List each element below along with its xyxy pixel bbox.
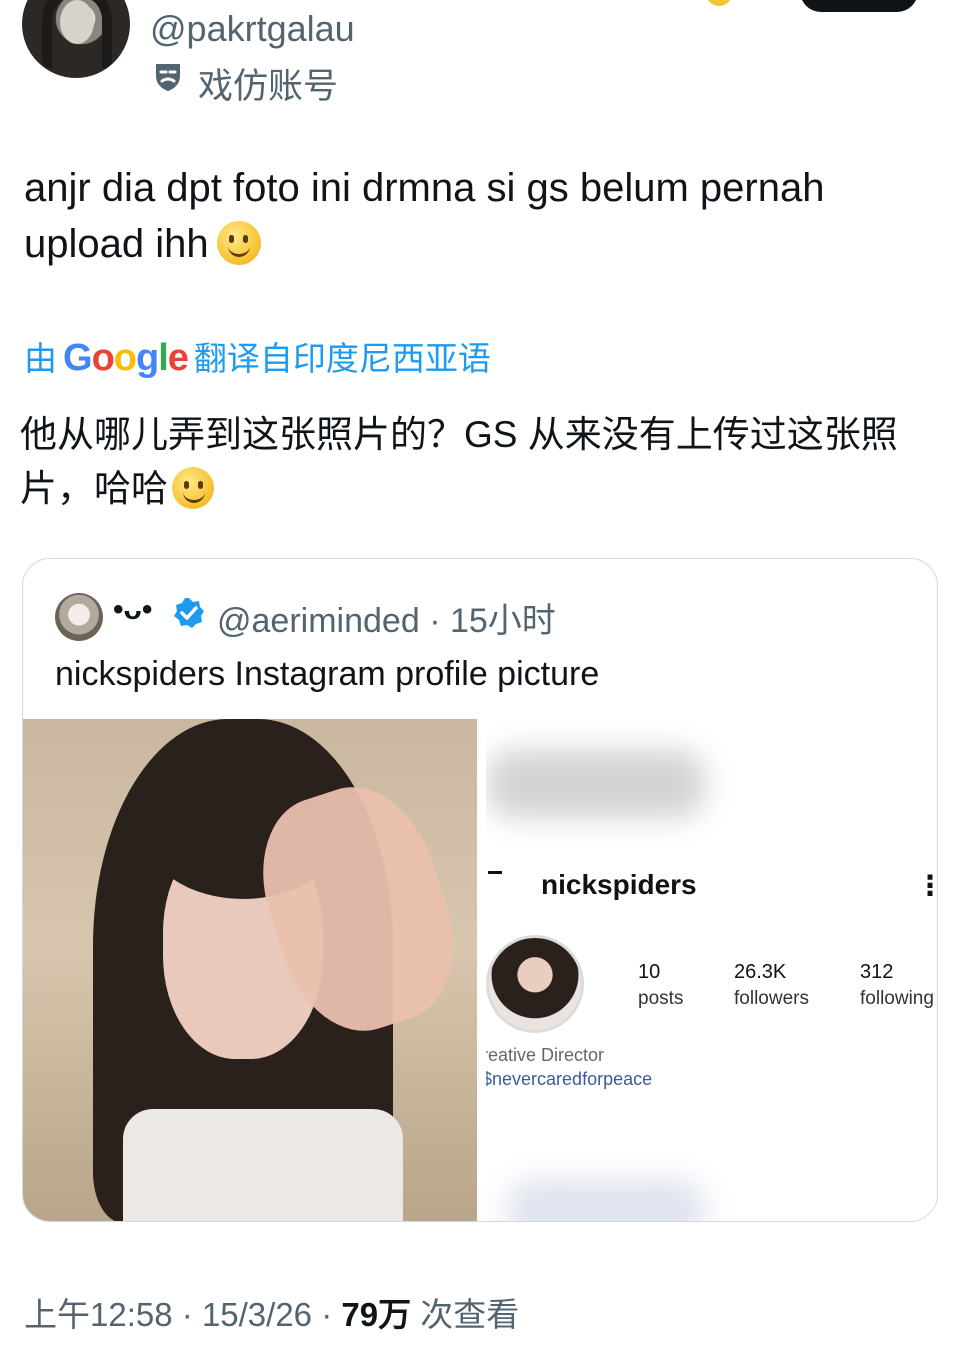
smiling-face-emoji-icon (216, 221, 261, 265)
blurred-area (506, 1179, 706, 1221)
tweet-text-line: upload ihh (24, 216, 924, 272)
parody-account-label: 戏仿账号 (198, 67, 339, 106)
google-logo: Google (63, 337, 189, 379)
verified-badge-icon (174, 598, 204, 628)
quoted-photo-selfie[interactable] (23, 719, 477, 1221)
more-options-icon: ⋮ (916, 869, 937, 902)
quoted-author-meta: @aeriminded · 15小时 (217, 602, 556, 640)
quoted-author-name[interactable]: •ᴗ• (113, 593, 152, 627)
translated-text: 他从哪儿弄到这张照片的？GS 从来没有上传过这张照 片，哈哈 (20, 408, 920, 516)
tweet-metadata: 上午12:58 · 15/3/26 · 79万 次查看 (24, 1296, 520, 1333)
author-avatar[interactable] (22, 0, 130, 78)
blurred-area (486, 749, 706, 819)
tweet-text-line: anjr dia dpt foto ini drmna si gs belum … (24, 166, 825, 210)
instagram-following-stat: 312 following (860, 961, 934, 1009)
instagram-posts-stat: 10 posts (638, 961, 684, 1009)
translated-text-line: 他从哪儿弄到这张照片的？GS 从来没有上传过这张照 (20, 414, 898, 455)
instagram-username: nickspiders (541, 869, 697, 900)
badge-icon (706, 0, 732, 6)
author-handle[interactable]: @pakrtgalau (150, 8, 355, 50)
quoted-tweet-text: nickspiders Instagram profile picture (55, 655, 600, 693)
instagram-bio-line: reative Director (486, 1045, 605, 1065)
follow-button[interactable] (800, 0, 918, 12)
view-count[interactable]: 79万 (341, 1296, 411, 1333)
translation-attribution[interactable]: 由 Google 翻译自印度尼西亚语 (24, 332, 491, 380)
parody-mask-icon (156, 64, 180, 91)
quoted-author-handle[interactable]: @aeriminded (217, 602, 420, 640)
quoted-tweet-time[interactable]: 15小时 (450, 602, 556, 640)
tweet-date[interactable]: 15/3/26 (202, 1296, 312, 1333)
translation-prefix: 由 (24, 340, 57, 377)
view-count-label: 次查看 (420, 1296, 520, 1333)
back-arrow-icon (488, 871, 502, 874)
instagram-bio-link: $nevercaredforpeace (486, 1069, 653, 1089)
smiling-face-emoji-icon (172, 467, 214, 509)
instagram-profile-avatar (486, 935, 584, 1033)
photo-divider (477, 719, 486, 1221)
quoted-tweet-card[interactable]: •ᴗ• @aeriminded · 15小时 nickspiders Insta… (22, 558, 938, 1222)
quoted-photo-instagram-screenshot[interactable]: nickspiders ⋮ 10 posts 26.3K followers 3… (486, 719, 937, 1221)
tweet-time[interactable]: 上午12:58 (24, 1296, 173, 1333)
instagram-followers-stat: 26.3K followers (734, 961, 809, 1009)
tweet-text: anjr dia dpt foto ini drmna si gs belum … (24, 160, 924, 272)
translation-source-label: 翻译自印度尼西亚语 (193, 340, 491, 377)
quoted-author-avatar[interactable] (55, 593, 103, 641)
translated-text-line: 片，哈哈 (20, 462, 920, 516)
